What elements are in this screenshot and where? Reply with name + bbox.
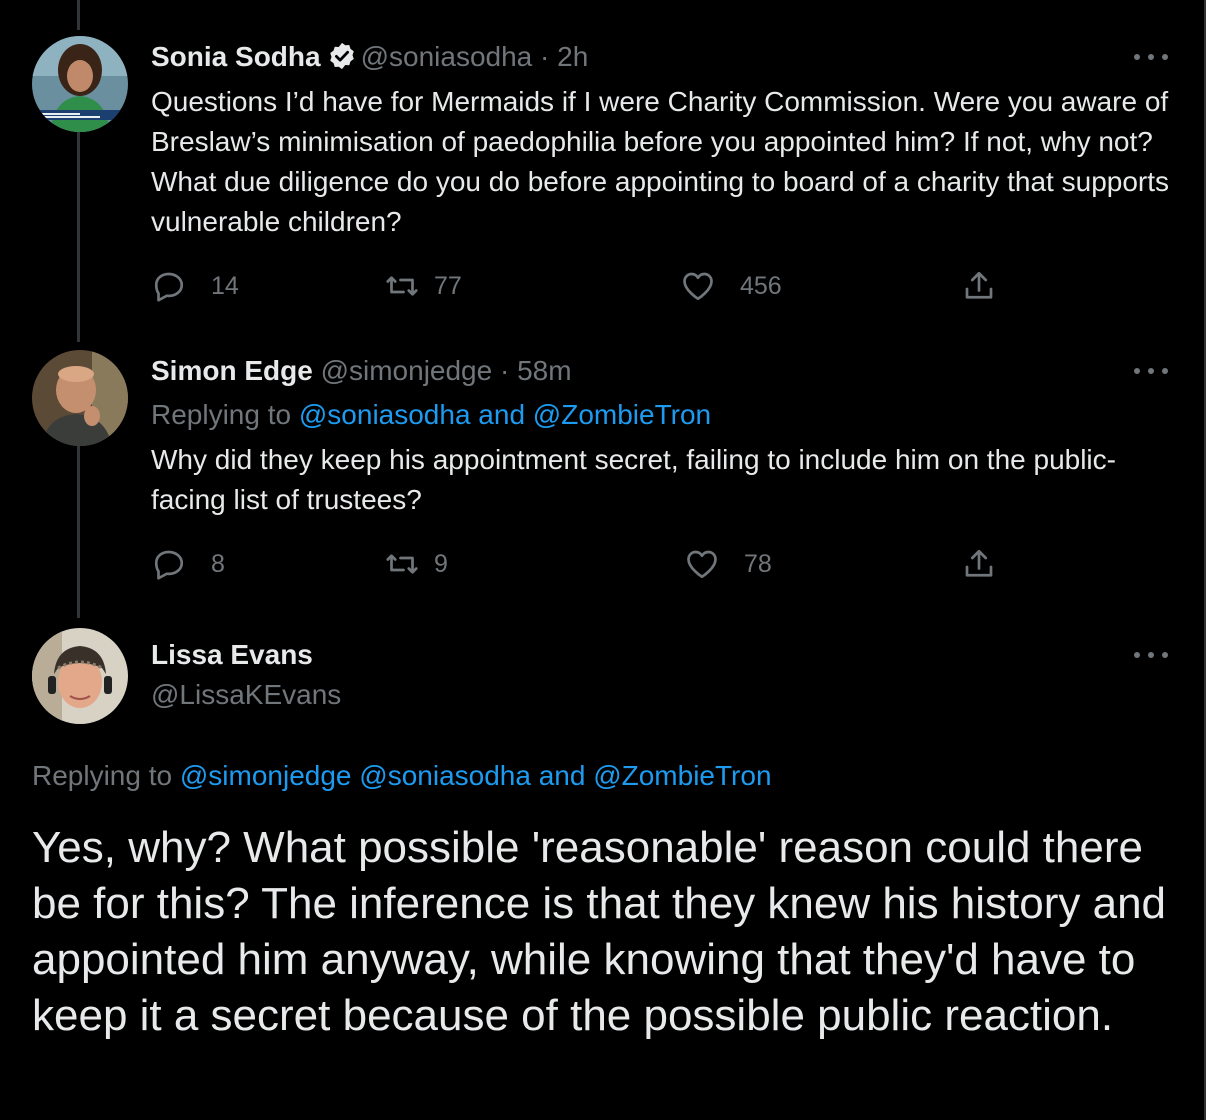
reply-icon: [151, 268, 187, 304]
avatar-lissa-image: [32, 628, 128, 724]
thread-line-1: [77, 130, 80, 342]
tweet-text: Yes, why? What possible 'reasonable' rea…: [32, 823, 1167, 1040]
tweet-header: Simon Edge @simonjedge · 58m: [151, 354, 572, 388]
replying-to-links[interactable]: @soniasodha and @ZombieTron: [299, 399, 711, 430]
dot-separator: ·: [532, 41, 558, 72]
replying-to: Replying to @soniasodha and @ZombieTron: [151, 398, 711, 432]
heart-icon: [680, 268, 716, 304]
tweet-text: Why did they keep his appointment secret…: [151, 444, 1116, 515]
reply-icon: [151, 546, 187, 582]
author-name[interactable]: Sonia Sodha: [151, 41, 321, 72]
reply-count: 8: [211, 549, 225, 578]
avatar[interactable]: [32, 628, 128, 724]
reply-count: 14: [211, 271, 239, 300]
tweet-text: Questions I’d have for Mermaids if I wer…: [151, 86, 1170, 237]
more-dots-icon[interactable]: [1134, 650, 1168, 660]
retweet-count: 9: [434, 549, 448, 578]
replying-to-links[interactable]: @simonjedge @soniasodha and @ZombieTron: [180, 760, 772, 791]
replying-to-label: Replying to: [151, 399, 299, 430]
retweet-button[interactable]: 77: [384, 266, 462, 306]
like-button[interactable]: 456: [680, 266, 782, 306]
author-handle[interactable]: @soniasodha: [361, 41, 533, 72]
thread-line-2: [77, 446, 80, 618]
like-button[interactable]: 78: [684, 544, 772, 584]
verified-badge-icon: [327, 41, 357, 71]
retweet-icon: [384, 268, 420, 304]
thread-line-top: [77, 0, 80, 30]
author-name[interactable]: Simon Edge: [151, 355, 313, 386]
timestamp[interactable]: 2h: [557, 41, 588, 72]
share-icon: [961, 268, 997, 304]
dot-separator: ·: [492, 355, 518, 386]
replying-to: Replying to @simonjedge @soniasodha and …: [32, 758, 772, 794]
heart-icon: [684, 546, 720, 582]
share-button[interactable]: [961, 544, 997, 584]
avatar-simon-image: [32, 350, 128, 446]
reply-button[interactable]: 14: [151, 266, 239, 306]
author-name[interactable]: Lissa Evans: [151, 638, 313, 672]
tweet-header: Sonia Sodha @soniasodha · 2h: [151, 40, 588, 74]
retweet-button[interactable]: 9: [384, 544, 448, 584]
share-icon: [961, 546, 997, 582]
avatar[interactable]: [32, 350, 128, 446]
retweet-count: 77: [434, 271, 462, 300]
avatar[interactable]: [32, 36, 128, 132]
replying-to-label: Replying to: [32, 760, 180, 791]
avatar-sonia-image: [32, 36, 128, 132]
like-count: 78: [744, 549, 772, 578]
like-count: 456: [740, 271, 782, 300]
more-dots-icon[interactable]: [1134, 52, 1168, 62]
retweet-icon: [384, 546, 420, 582]
author-handle[interactable]: @LissaKEvans: [151, 678, 341, 712]
timestamp[interactable]: 58m: [517, 355, 571, 386]
author-handle[interactable]: @simonjedge: [313, 355, 493, 386]
share-button[interactable]: [961, 266, 997, 306]
reply-button[interactable]: 8: [151, 544, 225, 584]
more-dots-icon[interactable]: [1134, 366, 1168, 376]
